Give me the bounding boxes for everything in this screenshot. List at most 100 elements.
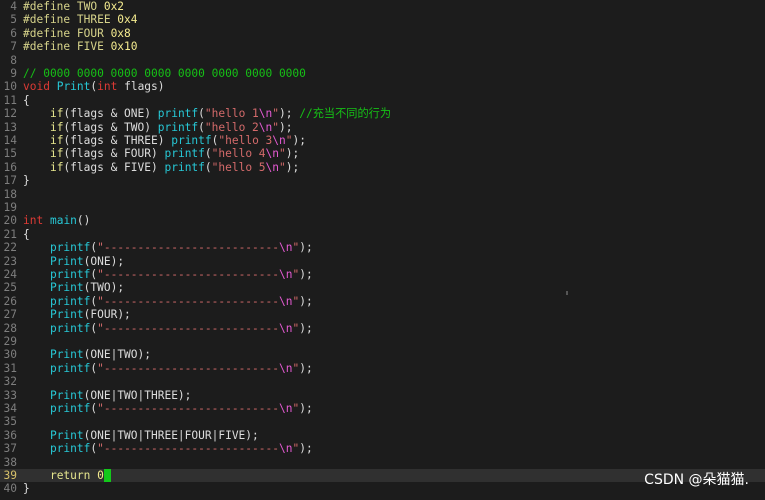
code-line[interactable]: 7 #define FIVE 0x10: [0, 40, 765, 53]
code-token: "--------------------------: [97, 241, 279, 255]
line-number: 4: [10, 0, 17, 13]
code-line[interactable]: 34 printf("--------------------------\n"…: [0, 402, 765, 415]
code-line[interactable]: 20 int main(): [0, 214, 765, 227]
code-token: \n: [265, 147, 280, 161]
line-number: 14: [3, 134, 17, 147]
code-line[interactable]: 9 // 0000 0000 0000 0000 0000 0000 0000 0…: [0, 67, 765, 80]
code-editor[interactable]: 4 #define TWO 0x2 5 #define THREE 0x4 6 #defi…: [0, 0, 765, 500]
code-line[interactable]: 30 Print(ONE|TWO);: [0, 348, 765, 361]
code-line[interactable]: 33 Print(ONE|TWO|THREE);: [0, 389, 765, 402]
code-token: "--------------------------: [97, 268, 279, 281]
code-token: \n: [278, 361, 293, 375]
code-text: #define THREE 0x4: [23, 13, 138, 26]
code-line[interactable]: 16 if(flags & FIVE) printf("hello 5\n");: [0, 161, 765, 174]
code-token: printf: [171, 134, 212, 147]
line-number: 21: [3, 227, 17, 241]
code-line[interactable]: 8: [0, 54, 765, 67]
code-token: printf: [49, 241, 91, 255]
code-line[interactable]: 36 Print(ONE|TWO|THREE|FOUR|FIVE);: [0, 429, 765, 442]
line-number: 35: [3, 415, 17, 429]
code-line[interactable]: 29: [0, 335, 765, 348]
code-line[interactable]: 22 printf("--------------------------\n"…: [0, 241, 765, 254]
code-line[interactable]: 24 printf("--------------------------\n"…: [0, 268, 765, 281]
code-text: printf("--------------------------\n");: [23, 241, 313, 254]
line-number: 37: [3, 442, 17, 456]
code-line[interactable]: 13 if(flags & TWO) printf("hello 2\n");: [0, 121, 765, 134]
code-text: {: [23, 94, 30, 107]
code-line[interactable]: 11 {: [0, 94, 765, 107]
code-token: }: [23, 174, 30, 188]
scroll-marker: [566, 291, 568, 295]
code-token: (flags & FOUR): [63, 147, 165, 161]
code-text: {: [23, 228, 30, 241]
code-text: if(flags & FOUR) printf("hello 4\n");: [23, 147, 299, 160]
code-line[interactable]: 17}: [0, 174, 765, 187]
code-line[interactable]: 32: [0, 375, 765, 388]
code-line[interactable]: 6 #define FOUR 0x8: [0, 27, 765, 40]
code-token: );: [299, 268, 313, 281]
code-token: (TWO);: [83, 281, 125, 295]
code-line[interactable]: 18: [0, 188, 765, 201]
code-token: return: [49, 469, 91, 482]
code-token: );: [285, 160, 300, 174]
code-token: #define THREE: [23, 13, 118, 27]
code-line[interactable]: 35: [0, 415, 765, 428]
code-token: "--------------------------: [97, 294, 279, 308]
line-number: 11: [3, 93, 17, 107]
code-line[interactable]: 19: [0, 201, 765, 214]
line-number: 27: [3, 308, 17, 322]
line-number: 18: [3, 187, 17, 201]
code-token: (flags & FIVE): [63, 160, 165, 174]
code-token: printf: [49, 321, 91, 335]
line-number: 6: [10, 26, 17, 40]
code-token: printf: [157, 120, 199, 134]
code-line[interactable]: 10 void Print(int flags): [0, 80, 765, 93]
code-token: #define TWO: [23, 0, 104, 13]
line-number: 38: [3, 455, 17, 469]
code-line[interactable]: 27 Print(FOUR);: [0, 308, 765, 321]
code-line[interactable]: 28 printf("--------------------------\n"…: [0, 322, 765, 335]
code-token: Print: [49, 388, 84, 402]
line-number: 40: [3, 482, 17, 496]
line-number: 26: [3, 294, 17, 308]
code-token: 0x8: [110, 26, 131, 40]
code-token: "hello 2: [204, 120, 259, 134]
code-token: printf: [49, 361, 91, 375]
code-token: \n: [258, 107, 273, 121]
code-token: 0: [97, 469, 104, 482]
code-token: "--------------------------: [97, 442, 279, 456]
code-line[interactable]: 15 if(flags & FOUR) printf("hello 4\n");: [0, 147, 765, 160]
code-line[interactable]: 37 printf("--------------------------\n"…: [0, 442, 765, 455]
code-token: \n: [278, 268, 293, 281]
code-line[interactable]: 25 Print(TWO);: [0, 281, 765, 294]
line-number: 34: [3, 402, 17, 415]
code-line[interactable]: 5 #define THREE 0x4: [0, 13, 765, 26]
code-token: (ONE|TWO);: [83, 348, 151, 362]
code-token: Print: [49, 428, 84, 442]
code-line[interactable]: 26 printf("--------------------------\n"…: [0, 295, 765, 308]
code-line[interactable]: 23 Print(ONE);: [0, 255, 765, 268]
code-line[interactable]: 4 #define TWO 0x2: [0, 0, 765, 13]
code-token: );: [285, 147, 300, 161]
code-line[interactable]: 14 if(flags & THREE) printf("hello 3\n")…: [0, 134, 765, 147]
code-text: #define FIVE 0x10: [23, 40, 138, 53]
code-line[interactable]: 31 printf("--------------------------\n"…: [0, 362, 765, 375]
code-token: \n: [278, 241, 293, 255]
code-line[interactable]: 12 if(flags & ONE) printf("hello 1\n"); …: [0, 107, 765, 120]
code-token: Print: [49, 348, 84, 362]
code-text: if(flags & TWO) printf("hello 2\n");: [23, 121, 293, 134]
code-token: //充当不同的行为: [299, 107, 392, 121]
code-token: #define FIVE: [23, 40, 111, 54]
code-line[interactable]: 21 {: [0, 228, 765, 241]
code-line[interactable]: 38: [0, 456, 765, 469]
